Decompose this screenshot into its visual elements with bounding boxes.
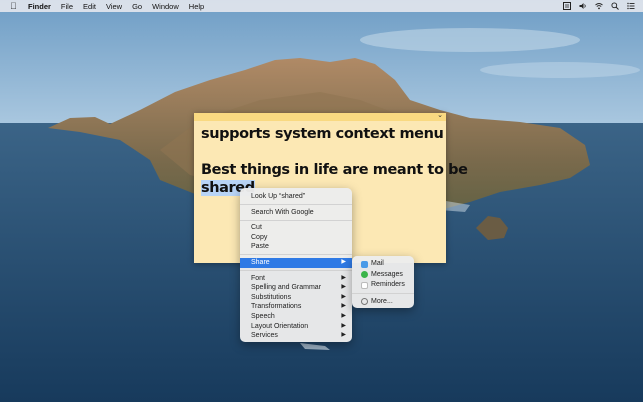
share-item-more-label: More... (371, 297, 393, 305)
submenu-arrow-icon: ▶ (341, 258, 346, 265)
menu-separator (240, 204, 352, 206)
more-icon (361, 298, 368, 306)
menu-item-spelling[interactable]: Spelling and Grammar ▶ (240, 283, 352, 293)
menu-edit[interactable]: Edit (83, 2, 96, 11)
menu-go[interactable]: Go (132, 2, 142, 11)
chevron-down-icon[interactable]: ⌄ (437, 111, 443, 119)
submenu-arrow-icon: ▶ (341, 312, 346, 319)
wifi-icon[interactable] (595, 2, 603, 10)
menu-app-name[interactable]: Finder (28, 2, 51, 11)
reminders-icon (361, 281, 368, 289)
menu-item-layout-orientation[interactable]: Layout Orientation ▶ (240, 322, 352, 332)
submenu-arrow-icon: ▶ (341, 332, 346, 339)
menu-item-substitutions-label: Substitutions (251, 293, 292, 301)
share-item-messages-label: Messages (371, 270, 403, 278)
share-item-mail[interactable]: Mail (352, 259, 414, 270)
share-item-messages[interactable]: Messages (352, 270, 414, 281)
menu-file[interactable]: File (61, 2, 73, 11)
menu-separator (352, 293, 414, 294)
menu-item-services[interactable]: Services ▶ (240, 331, 352, 341)
share-item-reminders[interactable]: Reminders (352, 280, 414, 291)
menu-item-speech[interactable]: Speech ▶ (240, 312, 352, 322)
note-line-empty (201, 143, 441, 161)
menu-item-copy[interactable]: Copy (240, 233, 352, 243)
submenu-arrow-icon: ▶ (341, 322, 346, 329)
sticky-note-status-icon[interactable] (563, 2, 571, 10)
messages-icon (361, 271, 368, 279)
share-submenu: Mail Messages Reminders More... (352, 256, 414, 308)
menu-bar:  Finder File Edit View Go Window Help (0, 0, 643, 12)
menu-help[interactable]: Help (189, 2, 204, 11)
menu-separator (240, 270, 352, 272)
menu-separator (240, 254, 352, 256)
menu-item-cut[interactable]: Cut (240, 223, 352, 233)
menu-item-transformations-label: Transformations (251, 303, 302, 311)
menu-item-look-up[interactable]: Look Up “shared” (240, 192, 352, 202)
menu-item-paste[interactable]: Paste (240, 242, 352, 252)
notification-center-icon[interactable] (627, 2, 635, 10)
submenu-arrow-icon: ▶ (341, 303, 346, 310)
note-line: supports system context menu (201, 126, 444, 142)
submenu-arrow-icon: ▶ (341, 284, 346, 291)
menu-item-substitutions[interactable]: Substitutions ▶ (240, 293, 352, 303)
context-menu: Look Up “shared” Search With Google Cut … (240, 188, 352, 342)
share-item-mail-label: Mail (371, 260, 384, 267)
menu-view[interactable]: View (106, 2, 122, 11)
volume-icon[interactable] (579, 2, 587, 10)
share-item-more[interactable]: More... (352, 297, 414, 308)
apple-menu-icon[interactable]:  (10, 1, 20, 11)
submenu-arrow-icon: ▶ (341, 293, 346, 300)
menu-item-font-label: Font (251, 274, 266, 282)
menu-window[interactable]: Window (152, 2, 179, 11)
menu-item-services-label: Services (251, 332, 278, 340)
submenu-arrow-icon: ▶ (341, 274, 346, 281)
mail-icon (361, 260, 368, 268)
share-item-reminders-label: Reminders (371, 281, 405, 288)
menu-item-layout-orientation-label: Layout Orientation (251, 322, 309, 330)
menu-item-share-label: Share (251, 258, 270, 266)
menu-item-transformations[interactable]: Transformations ▶ (240, 302, 352, 312)
menu-separator (240, 219, 352, 221)
menu-item-font[interactable]: Font ▶ (240, 274, 352, 284)
menu-item-speech-label: Speech (251, 312, 275, 320)
note-line: Best things in life are meant to be (201, 162, 468, 178)
menu-item-search-google[interactable]: Search With Google (240, 208, 352, 218)
menu-item-share[interactable]: Share ▶ (240, 257, 352, 268)
spotlight-search-icon[interactable] (611, 2, 619, 10)
menu-item-spelling-label: Spelling and Grammar (251, 284, 322, 292)
note-titlebar[interactable]: ⌄ (194, 111, 446, 121)
note-text-area[interactable]: supports system context menu Best things… (201, 125, 468, 197)
